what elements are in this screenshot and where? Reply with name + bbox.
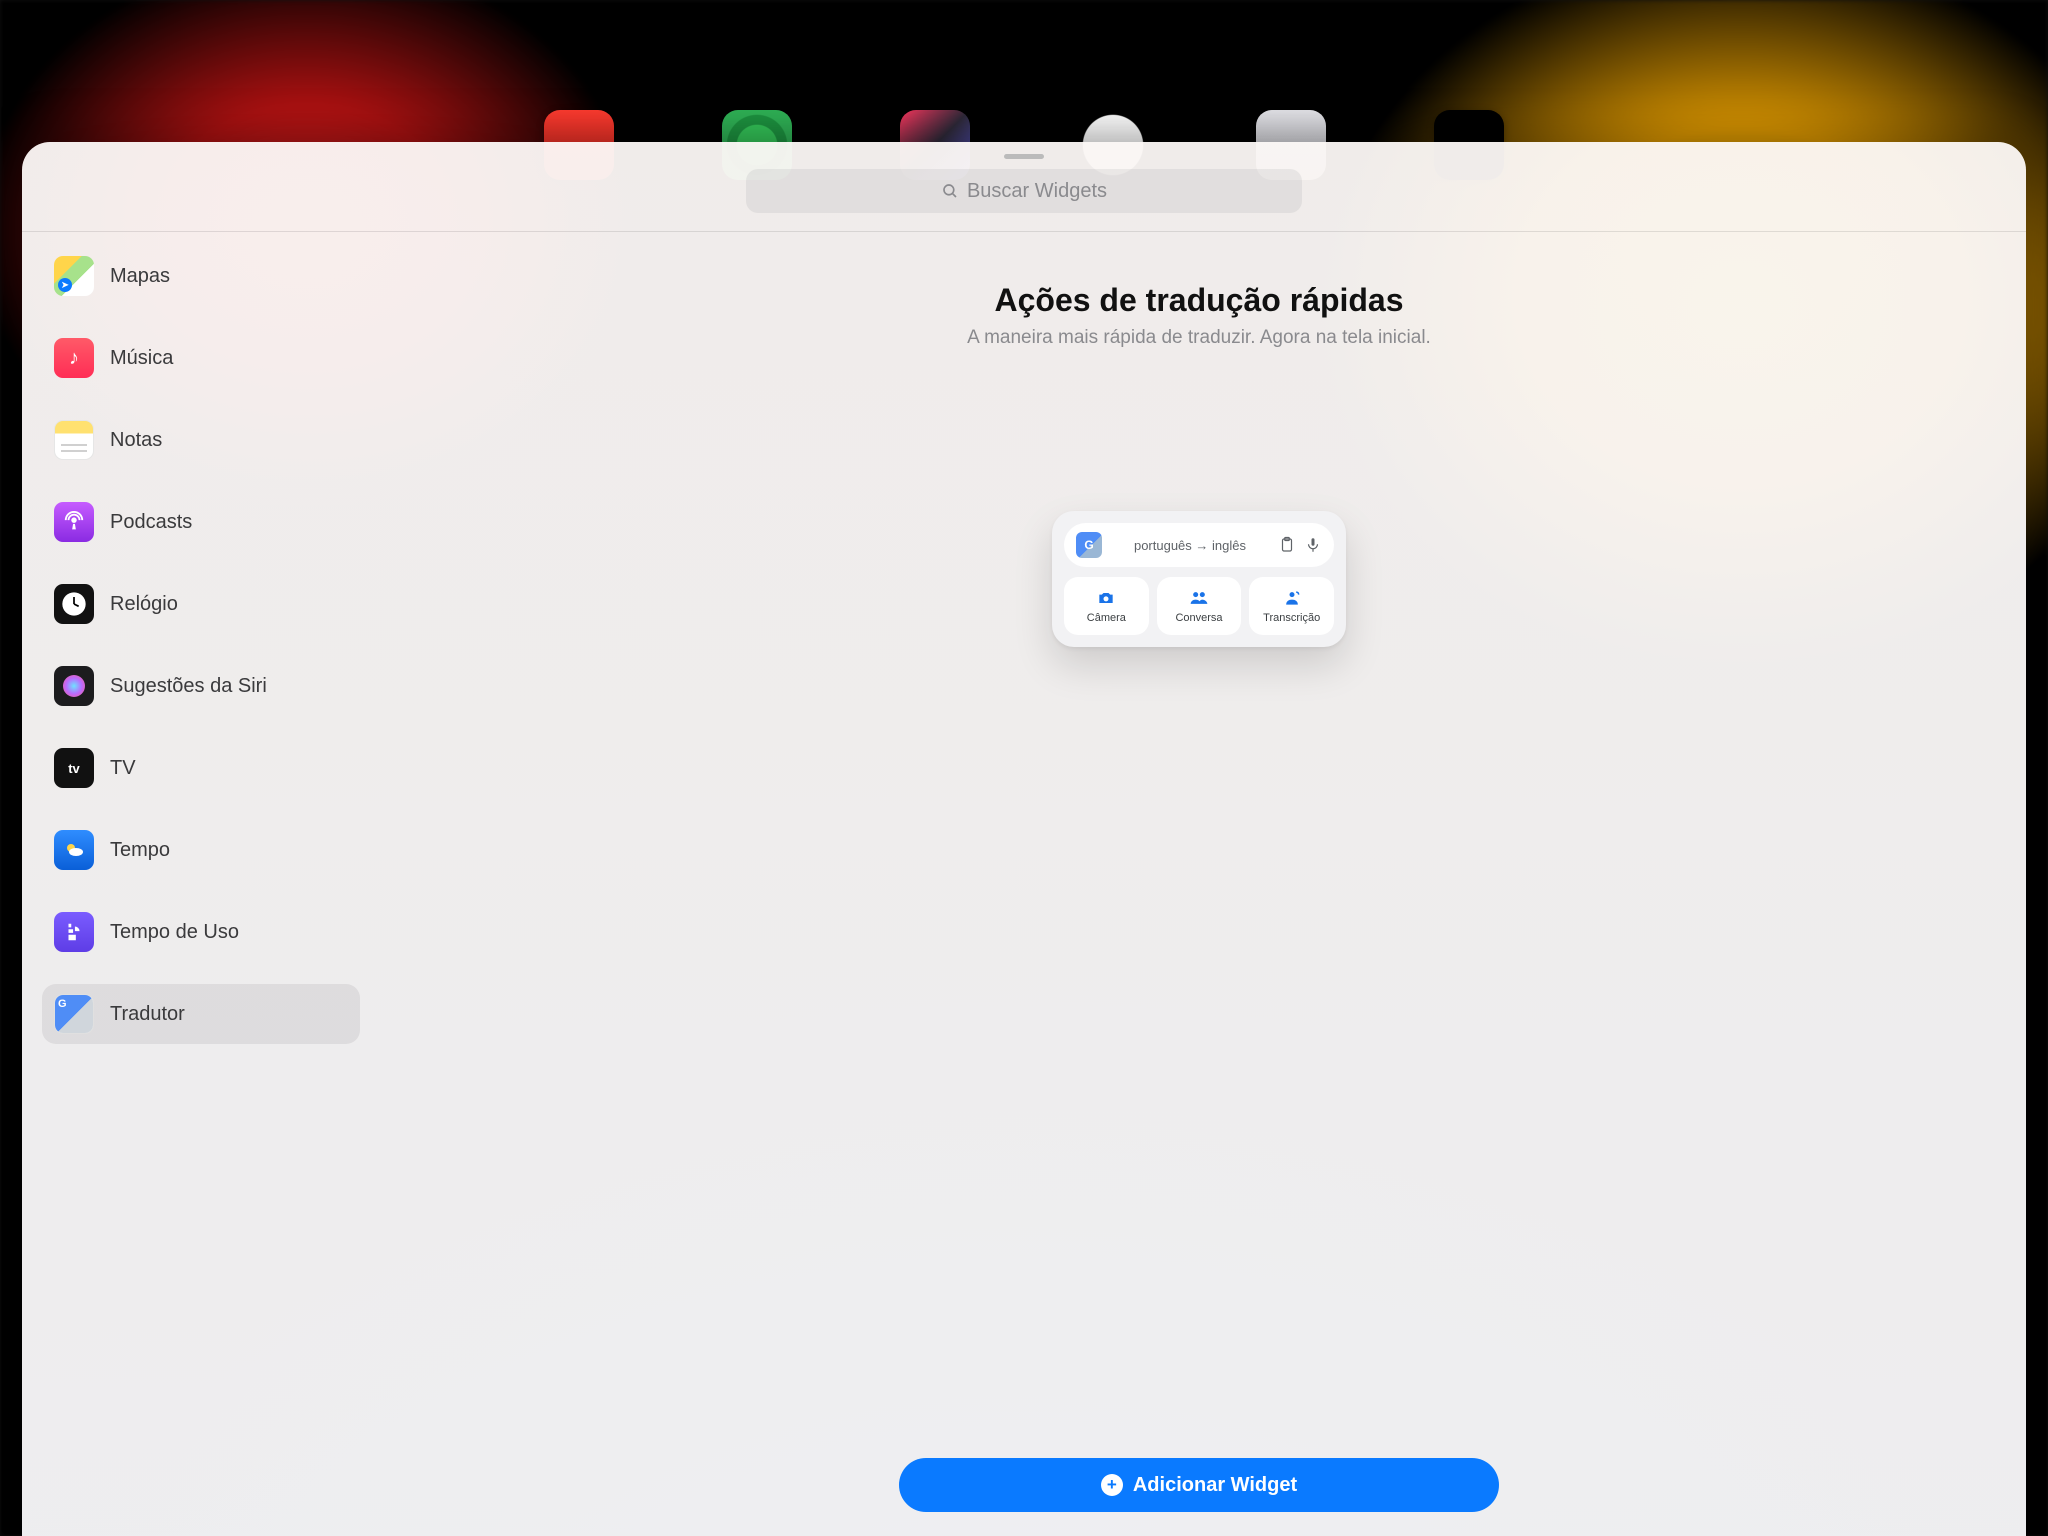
translate-input-bar: G português → inglês — [1064, 523, 1334, 567]
add-widget-label: Adicionar Widget — [1133, 1474, 1297, 1497]
sidebar-item-podcasts[interactable]: Podcasts — [42, 492, 360, 552]
sidebar-item-tv[interactable]: tv TV — [42, 738, 360, 798]
sidebar-item-tempouso[interactable]: Tempo de Uso — [42, 902, 360, 962]
sidebar-item-relogio[interactable]: Relógio — [42, 574, 360, 634]
widget-gallery-sheet: Buscar Widgets ➤ Mapas ♪ Música Notas — [22, 142, 2026, 1536]
sidebar-label: Música — [110, 347, 173, 370]
podcasts-icon — [54, 502, 94, 542]
sidebar-item-tempo[interactable]: Tempo — [42, 820, 360, 880]
transcribe-icon — [1282, 588, 1302, 608]
widget-tile-transcricao: Transcrição — [1249, 577, 1334, 635]
clock-icon — [54, 584, 94, 624]
siri-icon — [54, 666, 94, 706]
sidebar-label: Tempo de Uso — [110, 921, 239, 944]
sidebar-label: TV — [110, 757, 136, 780]
maps-icon: ➤ — [54, 256, 94, 296]
microphone-icon — [1304, 536, 1322, 554]
search-icon — [941, 182, 959, 200]
sidebar-item-siri[interactable]: Sugestões da Siri — [42, 656, 360, 716]
sidebar-item-mapas[interactable]: ➤ Mapas — [42, 246, 360, 306]
clipboard-icon — [1278, 536, 1296, 554]
people-icon — [1189, 588, 1209, 608]
add-widget-button[interactable]: + Adicionar Widget — [899, 1458, 1499, 1512]
sidebar-label: Notas — [110, 429, 162, 452]
notes-icon — [54, 420, 94, 460]
google-translate-icon: G — [1076, 532, 1102, 558]
widget-preview[interactable]: G português → inglês Câmera — [1052, 511, 1346, 647]
widget-title: Ações de tradução rápidas — [994, 282, 1403, 319]
translate-icon: G — [54, 994, 94, 1034]
widget-subtitle: A maneira mais rápida de traduzir. Agora… — [967, 327, 1431, 349]
sidebar-label: Mapas — [110, 265, 170, 288]
search-placeholder: Buscar Widgets — [967, 180, 1107, 203]
language-pair: português → inglês — [1110, 538, 1270, 553]
sidebar-item-tradutor[interactable]: G Tradutor — [42, 984, 360, 1044]
widget-app-list[interactable]: ➤ Mapas ♪ Música Notas Podcasts — [22, 232, 372, 1536]
search-widgets-field[interactable]: Buscar Widgets — [746, 169, 1302, 213]
sidebar-item-musica[interactable]: ♪ Música — [42, 328, 360, 388]
screentime-icon — [54, 912, 94, 952]
widget-tile-conversa: Conversa — [1157, 577, 1242, 635]
camera-icon — [1096, 588, 1116, 608]
widget-detail-pane: Ações de tradução rápidas A maneira mais… — [372, 232, 2026, 1536]
sidebar-item-notas[interactable]: Notas — [42, 410, 360, 470]
sidebar-label: Podcasts — [110, 511, 192, 534]
plus-icon: + — [1101, 1474, 1123, 1496]
sidebar-label: Tradutor — [110, 1003, 185, 1026]
sheet-grabber[interactable] — [1004, 154, 1044, 159]
sidebar-label: Relógio — [110, 593, 178, 616]
weather-icon — [54, 830, 94, 870]
music-icon: ♪ — [54, 338, 94, 378]
sidebar-label: Tempo — [110, 839, 170, 862]
sidebar-label: Sugestões da Siri — [110, 675, 267, 698]
tv-icon: tv — [54, 748, 94, 788]
widget-tile-camera: Câmera — [1064, 577, 1149, 635]
